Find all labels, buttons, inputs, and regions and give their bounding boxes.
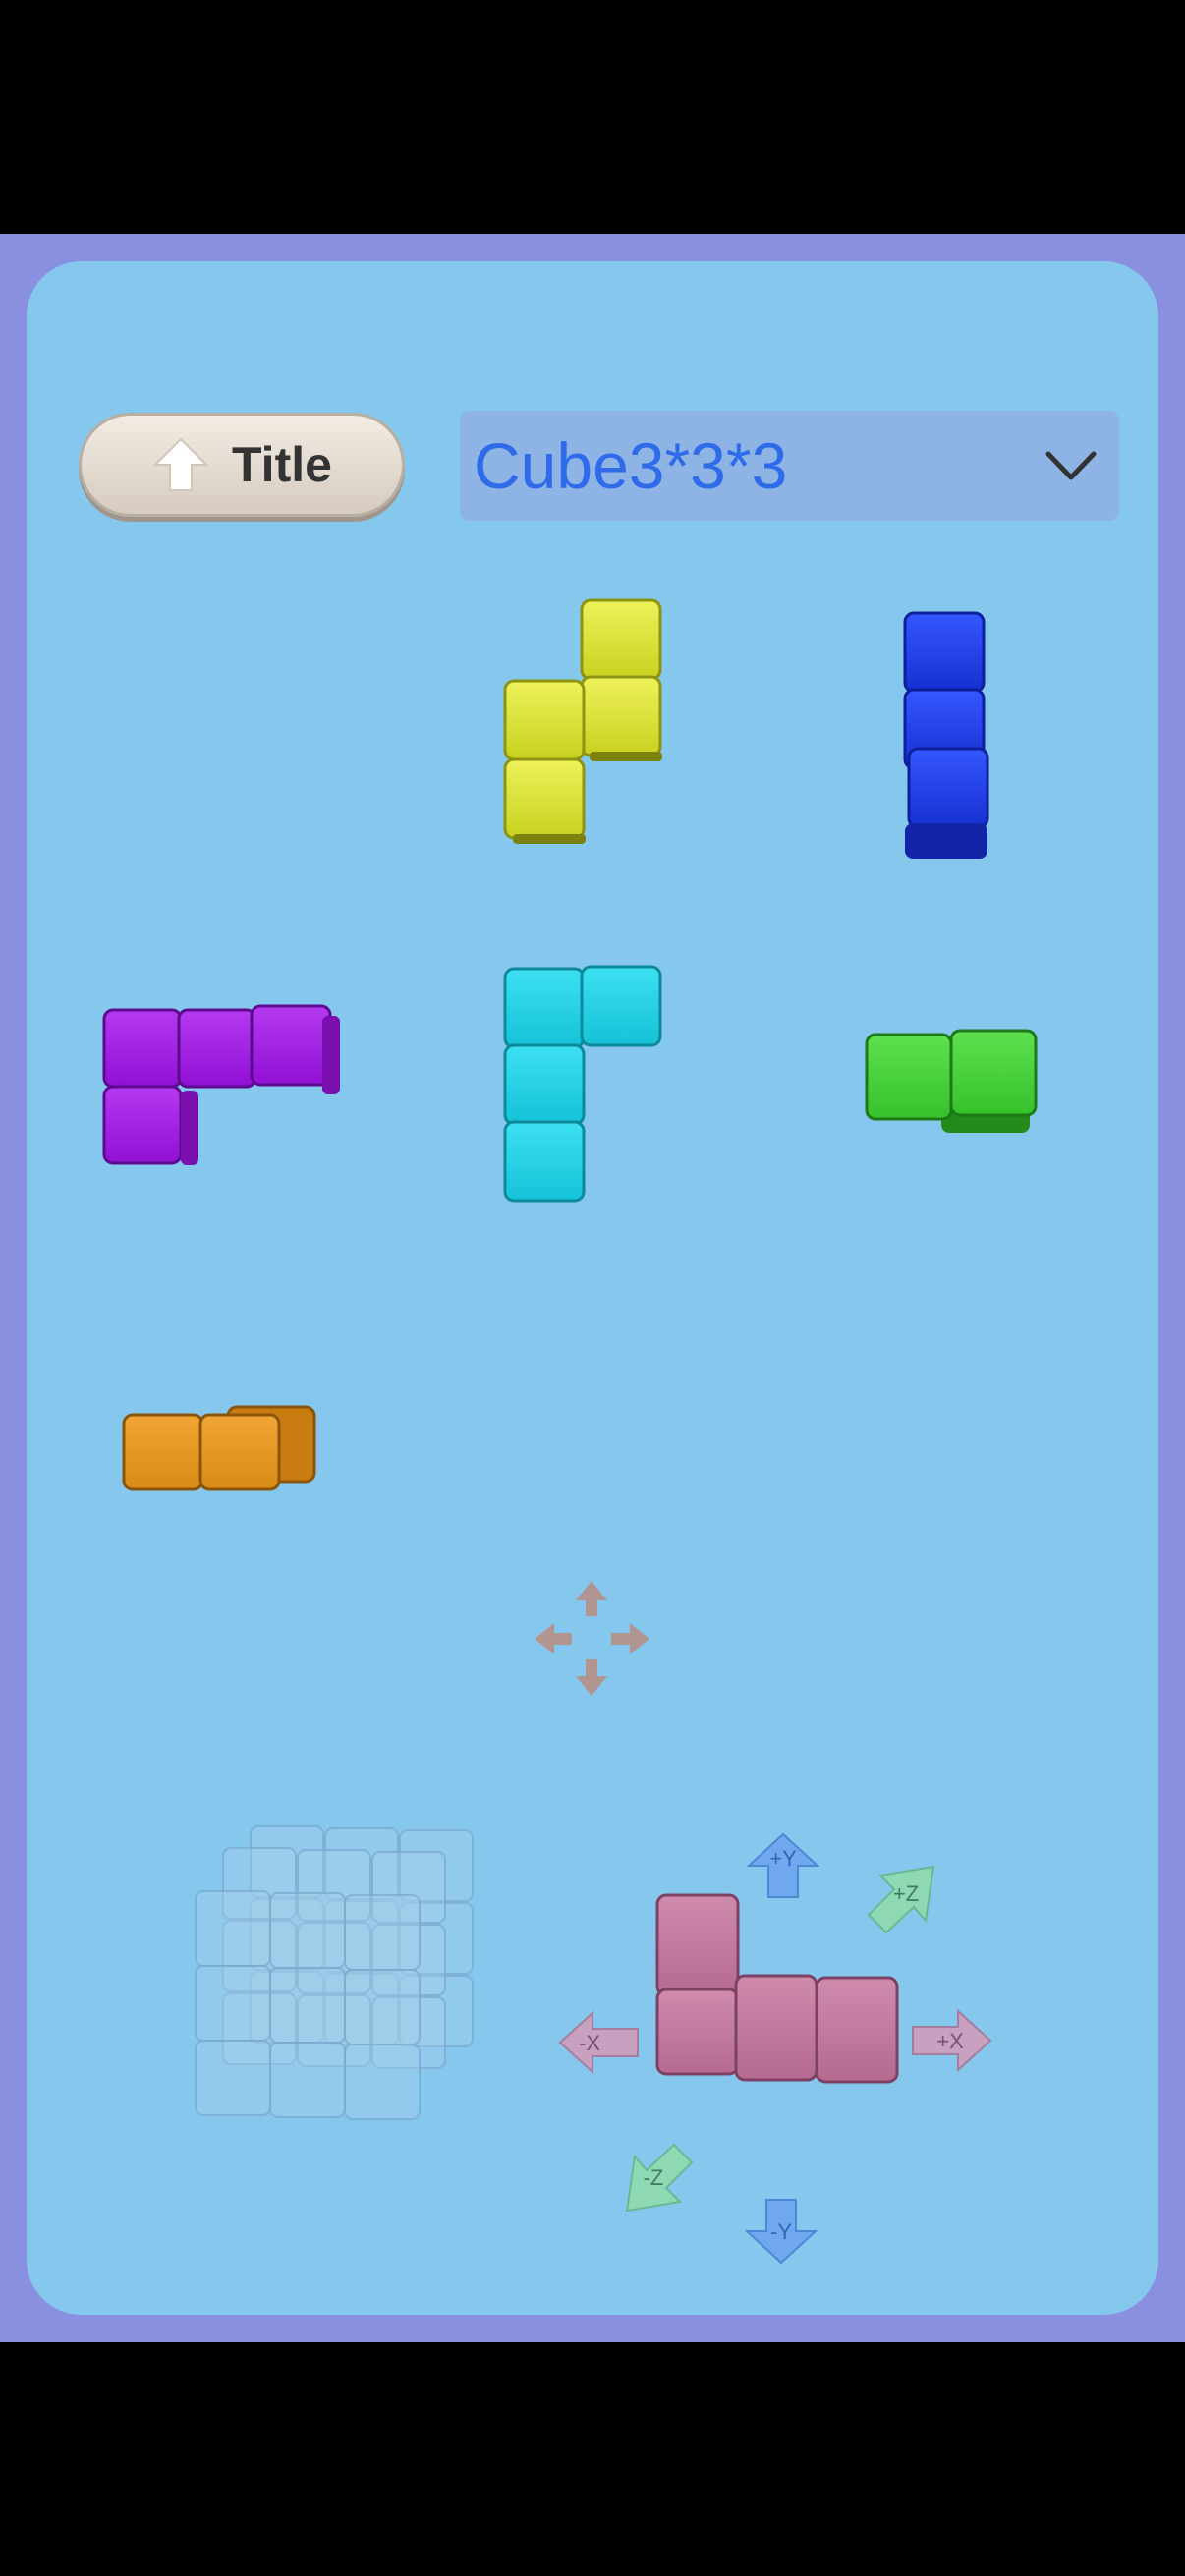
minus-x-label: -X bbox=[579, 2031, 600, 2055]
purple-piece[interactable] bbox=[98, 1002, 349, 1174]
minus-z-arrow[interactable]: -Z bbox=[622, 2142, 696, 2215]
chevron-down-icon bbox=[1044, 450, 1098, 481]
yellow-piece[interactable] bbox=[501, 594, 668, 855]
move-arrows-icon[interactable] bbox=[531, 1577, 653, 1700]
green-piece[interactable] bbox=[863, 1027, 1044, 1140]
plus-y-arrow[interactable]: +Y bbox=[747, 1832, 820, 1901]
title-button-label: Title bbox=[232, 437, 332, 492]
minus-z-label: -Z bbox=[644, 2165, 664, 2190]
plus-x-arrow[interactable]: +X bbox=[909, 2009, 992, 2073]
plus-z-label: +Z bbox=[893, 1881, 919, 1906]
plus-x-label: +X bbox=[936, 2029, 964, 2053]
cyan-piece[interactable] bbox=[499, 963, 671, 1208]
minus-x-arrow[interactable]: -X bbox=[558, 2011, 642, 2075]
plus-y-label: +Y bbox=[769, 1846, 797, 1871]
puzzle-select[interactable]: Cube3*3*3 bbox=[460, 411, 1119, 521]
minus-y-arrow[interactable]: -Y bbox=[745, 2196, 818, 2265]
target-cube-grid bbox=[192, 1822, 477, 2137]
title-button[interactable]: Title bbox=[79, 413, 405, 517]
plus-z-arrow[interactable]: +Z bbox=[865, 1862, 938, 1935]
orange-piece[interactable] bbox=[120, 1403, 321, 1496]
up-arrow-icon bbox=[151, 435, 210, 494]
minus-y-label: -Y bbox=[770, 2219, 792, 2244]
puzzle-select-value: Cube3*3*3 bbox=[474, 429, 788, 502]
blue-piece[interactable] bbox=[899, 607, 997, 868]
